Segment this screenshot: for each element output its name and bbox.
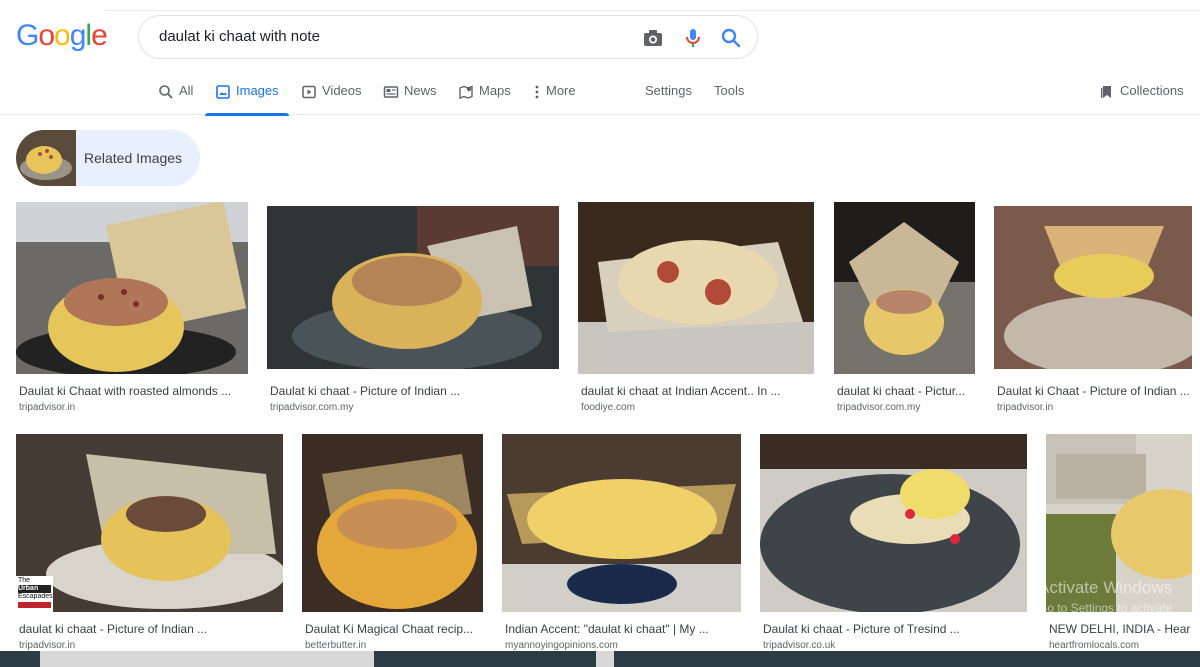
search-icon[interactable] [719, 26, 743, 50]
result-image [16, 202, 248, 374]
image-result[interactable]: daulat ki chaat - Pictur... tripadvisor.… [834, 202, 975, 417]
result-site: betterbutter.in [305, 640, 367, 651]
image-result[interactable]: Daulat ki Chaat with roasted almonds ...… [16, 202, 248, 417]
map-icon [459, 85, 473, 100]
result-title: Daulat ki chaat - Picture of Indian ... [270, 384, 461, 398]
news-icon [383, 86, 399, 98]
result-site: tripadvisor.co.uk [763, 640, 836, 651]
result-image [994, 206, 1192, 369]
result-image [267, 206, 559, 369]
collections-link[interactable]: Collections [1099, 83, 1184, 115]
camera-icon[interactable] [641, 26, 665, 50]
result-site: foodiye.com [581, 402, 635, 413]
image-result[interactable]: The Urban Escapades daulat ki chaat - Pi… [16, 434, 283, 651]
result-title: daulat ki chaat - Pictur... [837, 384, 966, 398]
image-result[interactable]: daulat ki chaat at Indian Accent.. In ..… [578, 202, 814, 417]
tab-images[interactable]: Images [205, 83, 289, 116]
search-input[interactable]: daulat ki chaat with note [159, 28, 320, 45]
related-thumbnail [16, 130, 76, 186]
result-image [760, 434, 1027, 612]
image-result[interactable]: NEW DELHI, INDIA - Hear heartfromlocals.… [1046, 434, 1192, 651]
image-icon [216, 85, 230, 99]
related-images-chip[interactable]: Related Images [16, 130, 200, 186]
result-site: tripadvisor.com.my [270, 402, 354, 413]
result-image [502, 434, 741, 612]
related-images-label: Related Images [84, 150, 183, 166]
result-site: tripadvisor.in [19, 402, 76, 413]
bookmark-icon [1101, 86, 1111, 98]
result-title: daulat ki chaat at Indian Accent.. In ..… [581, 384, 781, 398]
urban-escapades-badge: The Urban Escapades [16, 576, 53, 612]
result-title: Daulat Ki Magical Chaat recip... [305, 622, 474, 636]
result-site: tripadvisor.com.my [837, 402, 921, 413]
kebab-icon [535, 85, 539, 99]
search-tabs: All Images Videos News Maps More Setting… [0, 78, 1200, 116]
settings-link[interactable]: Settings [645, 83, 692, 115]
taskbar [0, 651, 1200, 667]
scrollbar-segment[interactable] [596, 651, 614, 667]
result-site: myannoyingopinions.com [505, 640, 618, 651]
search-box[interactable]: daulat ki chaat with note [138, 15, 758, 59]
google-logo[interactable]: Google [16, 19, 108, 53]
result-site: tripadvisor.in [19, 640, 76, 651]
result-title: daulat ki chaat - Picture of Indian ... [19, 622, 208, 636]
play-icon [302, 85, 316, 99]
search-icon [159, 85, 173, 99]
result-image: The Urban Escapades [16, 434, 283, 612]
result-title: Daulat ki Chaat with roasted almonds ... [19, 384, 232, 398]
result-title: Daulat ki chaat - Picture of Tresind ... [763, 622, 960, 636]
tab-more[interactable]: More [533, 83, 576, 115]
scrollbar-segment[interactable] [40, 651, 374, 667]
tab-maps[interactable]: Maps [458, 83, 511, 115]
result-title: Indian Accent: "daulat ki chaat" | My ..… [505, 622, 709, 636]
microphone-icon[interactable] [681, 26, 705, 50]
image-result[interactable]: Daulat ki Chaat - Picture of Indian ... … [994, 206, 1192, 417]
activate-windows-watermark: Activate Windows Go to Settings to activ… [1038, 578, 1173, 615]
tab-videos[interactable]: Videos [301, 83, 362, 115]
tab-all[interactable]: All [158, 83, 193, 115]
result-site: heartfromlocals.com [1049, 640, 1140, 651]
image-result[interactable]: Daulat Ki Magical Chaat recip... betterb… [302, 434, 483, 651]
result-image [302, 434, 483, 612]
image-result[interactable]: Daulat ki chaat - Picture of Tresind ...… [760, 434, 1027, 651]
result-title: NEW DELHI, INDIA - Hear [1049, 622, 1191, 636]
result-image [834, 202, 975, 374]
top-divider [105, 10, 1200, 11]
result-image [578, 202, 814, 374]
result-site: tripadvisor.in [997, 402, 1054, 413]
image-result[interactable]: Daulat ki chaat - Picture of Indian ... … [267, 206, 559, 417]
tools-link[interactable]: Tools [714, 83, 744, 115]
image-result[interactable]: Indian Accent: "daulat ki chaat" | My ..… [502, 434, 741, 651]
tab-news[interactable]: News [383, 83, 437, 115]
result-title: Daulat ki Chaat - Picture of Indian ... [997, 384, 1190, 398]
